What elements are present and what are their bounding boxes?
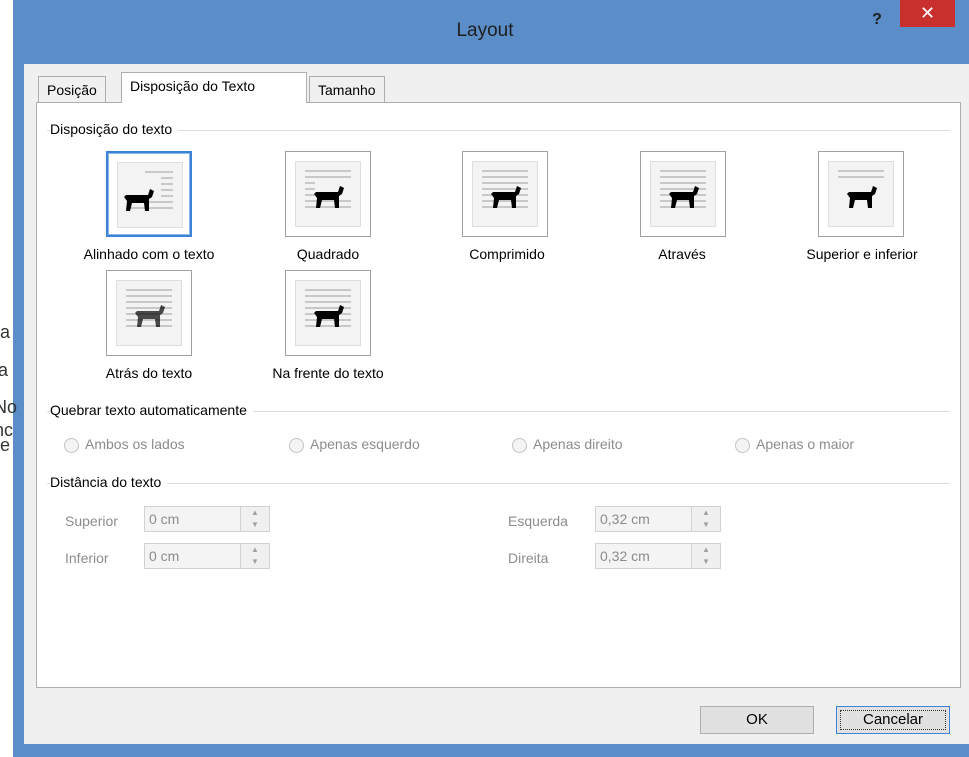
wrap-option-front[interactable] bbox=[285, 270, 371, 356]
arrow-up-icon[interactable]: ▲ bbox=[241, 544, 269, 556]
wrap-label-through: Através bbox=[658, 246, 706, 262]
wrap-label-square: Quadrado bbox=[296, 246, 360, 262]
section-title-autowrap: Quebrar texto automaticamente bbox=[50, 402, 253, 418]
dog-top-bottom-icon bbox=[847, 186, 877, 208]
background-text-fragment: No bbox=[0, 397, 18, 417]
ok-button[interactable]: OK bbox=[700, 706, 814, 734]
label-top-distance: Superior bbox=[65, 513, 118, 529]
dog-through-icon bbox=[669, 186, 699, 208]
radio-both-sides[interactable]: Ambos os lados bbox=[64, 436, 185, 453]
radio-circle[interactable] bbox=[512, 437, 527, 453]
radio-circle[interactable] bbox=[735, 437, 750, 453]
help-button[interactable]: ? bbox=[867, 10, 887, 30]
spinner-bottom-distance[interactable]: 0 cm ▲ ▼ bbox=[144, 543, 270, 569]
background-text-fragment: e bbox=[0, 435, 11, 455]
layout-dialog: Layout ? ✕ Posição Disposição do Texto T… bbox=[13, 0, 969, 757]
arrow-down-icon[interactable]: ▼ bbox=[241, 556, 269, 568]
close-button[interactable]: ✕ bbox=[900, 0, 955, 27]
wrap-option-square[interactable] bbox=[285, 151, 371, 237]
arrow-up-icon[interactable]: ▲ bbox=[692, 507, 720, 519]
arrow-down-icon[interactable]: ▼ bbox=[692, 556, 720, 568]
dog-inline-icon bbox=[124, 189, 154, 211]
spinner-left-distance[interactable]: 0,32 cm ▲ ▼ bbox=[595, 506, 721, 532]
label-right-distance: Direita bbox=[508, 550, 549, 566]
radio-largest-only[interactable]: Apenas o maior bbox=[735, 436, 854, 453]
spinner-arrows[interactable]: ▲ ▼ bbox=[240, 507, 269, 531]
radio-circle[interactable] bbox=[64, 437, 79, 453]
section-divider bbox=[47, 483, 950, 484]
spinner-right-distance[interactable]: 0,32 cm ▲ ▼ bbox=[595, 543, 721, 569]
wrap-label-top-bottom: Superior e inferior bbox=[806, 246, 918, 262]
background-text-fragment: ra bbox=[0, 322, 11, 342]
spinner-arrows[interactable]: ▲ ▼ bbox=[691, 507, 720, 531]
section-divider bbox=[47, 130, 950, 131]
spinner-arrows[interactable]: ▲ ▼ bbox=[240, 544, 269, 568]
spinner-arrows[interactable]: ▲ ▼ bbox=[691, 544, 720, 568]
radio-left-only[interactable]: Apenas esquerdo bbox=[289, 436, 420, 453]
title-bar[interactable]: Layout ? ✕ bbox=[13, 0, 969, 64]
wrap-option-through[interactable] bbox=[640, 151, 726, 237]
arrow-down-icon[interactable]: ▼ bbox=[692, 519, 720, 531]
section-title-wrap: Disposição do texto bbox=[50, 121, 179, 137]
label-bottom-distance: Inferior bbox=[65, 550, 109, 566]
tab-panel: Disposição do texto Alinhado com o texto… bbox=[36, 102, 961, 688]
dialog-title: Layout bbox=[456, 20, 514, 41]
cancel-button[interactable]: Cancelar bbox=[836, 706, 950, 734]
wrap-option-behind[interactable] bbox=[106, 270, 192, 356]
section-title-distance: Distância do texto bbox=[50, 474, 168, 490]
radio-circle[interactable] bbox=[289, 437, 304, 453]
arrow-down-icon[interactable]: ▼ bbox=[241, 519, 269, 531]
wrap-label-behind: Atrás do texto bbox=[105, 365, 193, 381]
wrap-option-tight[interactable] bbox=[462, 151, 548, 237]
tab-posicao[interactable]: Posição bbox=[38, 76, 106, 102]
label-left-distance: Esquerda bbox=[508, 513, 568, 529]
arrow-up-icon[interactable]: ▲ bbox=[241, 507, 269, 519]
tab-tamanho[interactable]: Tamanho bbox=[309, 76, 385, 102]
wrap-label-inline: Alinhado com o texto bbox=[83, 246, 215, 262]
background-text-fragment: a bbox=[0, 360, 9, 380]
dog-tight-icon bbox=[491, 186, 521, 208]
wrap-option-inline[interactable] bbox=[106, 151, 192, 237]
dialog-body: Posição Disposição do Texto Tamanho Disp… bbox=[24, 64, 969, 744]
wrap-label-tight: Comprimido bbox=[469, 246, 545, 262]
dog-front-icon bbox=[314, 305, 344, 327]
wrap-option-top-bottom[interactable] bbox=[818, 151, 904, 237]
wrap-label-front: Na frente do texto bbox=[272, 365, 384, 381]
dog-behind-icon bbox=[135, 305, 165, 327]
radio-right-only[interactable]: Apenas direito bbox=[512, 436, 623, 453]
tab-disposicao-do-texto[interactable]: Disposição do Texto bbox=[121, 72, 307, 103]
spinner-top-distance[interactable]: 0 cm ▲ ▼ bbox=[144, 506, 270, 532]
dog-square-icon bbox=[314, 186, 344, 208]
arrow-up-icon[interactable]: ▲ bbox=[692, 544, 720, 556]
